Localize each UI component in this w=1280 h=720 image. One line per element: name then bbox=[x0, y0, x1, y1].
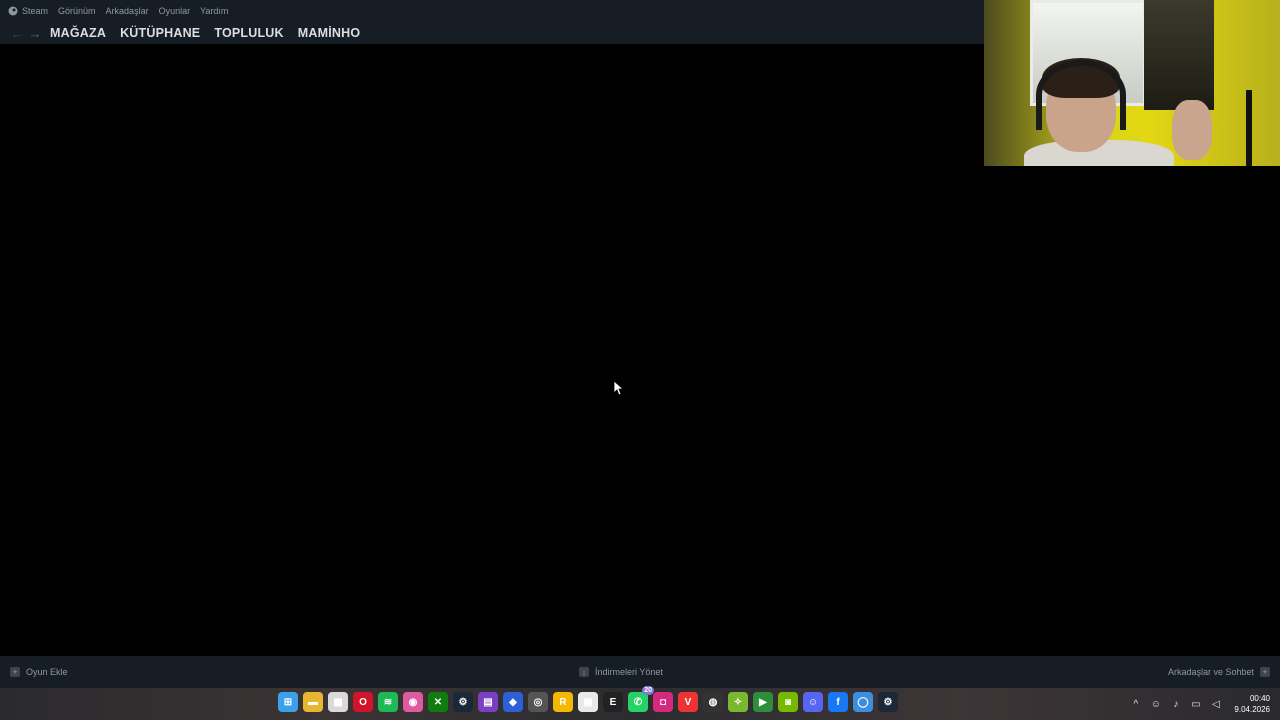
voicemod-icon[interactable]: V bbox=[678, 692, 698, 712]
network-icon[interactable]: ▭ bbox=[1190, 699, 1201, 710]
webcam-background-shelf bbox=[1144, 0, 1214, 110]
manage-downloads-button[interactable]: ↓ İndirmeleri Yönet bbox=[579, 656, 663, 688]
app-green-glyph: ✧ bbox=[733, 696, 743, 708]
menu-help[interactable]: Yardım bbox=[200, 6, 228, 16]
opera-icon[interactable]: O bbox=[353, 692, 373, 712]
app-icon[interactable]: ◉ bbox=[403, 692, 423, 712]
file-explorer-glyph: ▬ bbox=[308, 696, 318, 708]
xbox-icon[interactable]: ✕ bbox=[428, 692, 448, 712]
clock-date: 9.04.2026 bbox=[1234, 705, 1270, 714]
steam-active-icon[interactable]: ⚙ bbox=[878, 692, 898, 712]
app-green-icon[interactable]: ✧ bbox=[728, 692, 748, 712]
steam-menu-label: Steam bbox=[22, 6, 49, 16]
facebook-glyph: f bbox=[836, 696, 840, 708]
menu-friends[interactable]: Arkadaşlar bbox=[106, 6, 149, 16]
doc-glyph: ▣ bbox=[583, 696, 593, 708]
taskbar-app-icons: ⊞ ▬ ▦ O ≋ ◉ ✕ ⚙ ▤ ◆ ◎ R ▣ E ✆ 20 ◘ V ◍ ✧ ▶ ◙ ☺ f ◯ ⚙ bbox=[278, 686, 898, 712]
steam-navbar: ← → MAĞAZA KÜTÜPHANE TOPLULUK MAMİNHO bbox=[0, 22, 984, 44]
tab-profile[interactable]: MAMİNHO bbox=[298, 26, 361, 40]
download-icon: ↓ bbox=[579, 667, 589, 677]
chevron-up-icon[interactable]: ^ bbox=[1130, 699, 1141, 710]
discord-glyph: ☺ bbox=[807, 696, 819, 708]
tab-library[interactable]: KÜTÜPHANE bbox=[120, 26, 200, 40]
plus-icon: + bbox=[10, 667, 20, 677]
app-light-blue-glyph: ◯ bbox=[857, 696, 869, 708]
windows-start-icon[interactable]: ⊞ bbox=[278, 692, 298, 712]
forward-arrow-icon[interactable]: → bbox=[26, 26, 44, 41]
doc-icon[interactable]: ▣ bbox=[578, 692, 598, 712]
tab-store[interactable]: MAĞAZA bbox=[50, 26, 106, 40]
taskbar-clock[interactable]: 00:40 9.04.2026 bbox=[1234, 693, 1270, 715]
discord-tray-icon[interactable]: ☺ bbox=[1150, 699, 1161, 710]
obs-glyph: ◍ bbox=[708, 696, 718, 708]
chrome-icon[interactable]: ◎ bbox=[528, 692, 548, 712]
clock-time: 00:40 bbox=[1249, 694, 1270, 703]
menu-games[interactable]: Oyunlar bbox=[159, 6, 191, 16]
microphone-icon[interactable]: ♪ bbox=[1170, 699, 1181, 710]
webcam-overlay bbox=[984, 0, 1280, 166]
discord-icon[interactable]: ☺ bbox=[803, 692, 823, 712]
facebook-icon[interactable]: f bbox=[828, 692, 848, 712]
tab-community[interactable]: TOPLULUK bbox=[214, 26, 283, 40]
steam-logo-icon bbox=[8, 6, 18, 16]
microsoft-store-glyph: ▦ bbox=[333, 696, 343, 708]
clapper-icon[interactable]: ▤ bbox=[478, 692, 498, 712]
voicemod-glyph: V bbox=[684, 696, 692, 708]
rockstar-glyph: R bbox=[559, 696, 567, 708]
microsoft-store-icon[interactable]: ▦ bbox=[328, 692, 348, 712]
play-icon[interactable]: ▶ bbox=[753, 692, 773, 712]
instagram-glyph: ◘ bbox=[659, 696, 667, 708]
app-blue-glyph: ◆ bbox=[509, 696, 517, 708]
steam-icon[interactable]: ⚙ bbox=[453, 692, 473, 712]
webcam-mic-stand bbox=[1246, 90, 1252, 166]
notification-badge: 20 bbox=[642, 686, 654, 695]
app-light-blue-icon[interactable]: ◯ bbox=[853, 692, 873, 712]
steam-glyph: ⚙ bbox=[458, 696, 468, 708]
webcam-headset bbox=[1036, 60, 1126, 130]
menu-view[interactable]: Görünüm bbox=[58, 6, 96, 16]
add-game-label: Oyun Ekle bbox=[26, 667, 68, 677]
nvidia-glyph: ◙ bbox=[784, 696, 792, 708]
manage-downloads-label: İndirmeleri Yönet bbox=[595, 667, 663, 677]
instagram-icon[interactable]: ◘ bbox=[653, 692, 673, 712]
chat-icon: + bbox=[1260, 667, 1270, 677]
epic-glyph: E bbox=[609, 696, 617, 708]
windows-taskbar: ⊞ ▬ ▦ O ≋ ◉ ✕ ⚙ ▤ ◆ ◎ R ▣ E ✆ 20 ◘ V ◍ ✧ ▶ ◙ ☺ f ◯ ⚙ ^ ☺ ♪ ▭ ◁ 00… bbox=[0, 686, 1280, 720]
app-glyph: ◉ bbox=[408, 696, 418, 708]
nvidia-icon[interactable]: ◙ bbox=[778, 692, 798, 712]
chrome-glyph: ◎ bbox=[533, 696, 543, 708]
clapper-glyph: ▤ bbox=[483, 696, 493, 708]
whatsapp-icon[interactable]: ✆ 20 bbox=[628, 686, 654, 712]
windows-start-glyph: ⊞ bbox=[283, 696, 293, 708]
app-blue-icon[interactable]: ◆ bbox=[503, 692, 523, 712]
spotify-icon[interactable]: ≋ bbox=[378, 692, 398, 712]
add-game-button[interactable]: + Oyun Ekle bbox=[10, 656, 68, 688]
file-explorer-icon[interactable]: ▬ bbox=[303, 692, 323, 712]
steam-bottom-bar: + Oyun Ekle ↓ İndirmeleri Yönet Arkadaşl… bbox=[0, 656, 1280, 688]
spotify-glyph: ≋ bbox=[383, 696, 393, 708]
play-glyph: ▶ bbox=[759, 696, 767, 708]
whatsapp-glyph: ✆ bbox=[633, 696, 643, 708]
volume-icon[interactable]: ◁ bbox=[1210, 699, 1221, 710]
opera-glyph: O bbox=[359, 696, 367, 708]
friends-chat-button[interactable]: Arkadaşlar ve Sohbet + bbox=[1168, 656, 1270, 688]
system-tray: ^ ☺ ♪ ▭ ◁ 00:40 9.04.2026 bbox=[1130, 688, 1270, 720]
webcam-person-hand bbox=[1172, 100, 1212, 160]
back-arrow-icon[interactable]: ← bbox=[8, 26, 26, 41]
mouse-cursor-icon bbox=[614, 381, 624, 396]
xbox-glyph: ✕ bbox=[433, 696, 443, 708]
rockstar-icon[interactable]: R bbox=[553, 692, 573, 712]
steam-menubar: Steam Görünüm Arkadaşlar Oyunlar Yardım bbox=[0, 0, 984, 22]
steam-active-glyph: ⚙ bbox=[883, 696, 893, 708]
friends-chat-label: Arkadaşlar ve Sohbet bbox=[1167, 667, 1254, 677]
obs-icon[interactable]: ◍ bbox=[703, 692, 723, 712]
epic-icon[interactable]: E bbox=[603, 692, 623, 712]
steam-menu[interactable]: Steam bbox=[8, 6, 48, 16]
